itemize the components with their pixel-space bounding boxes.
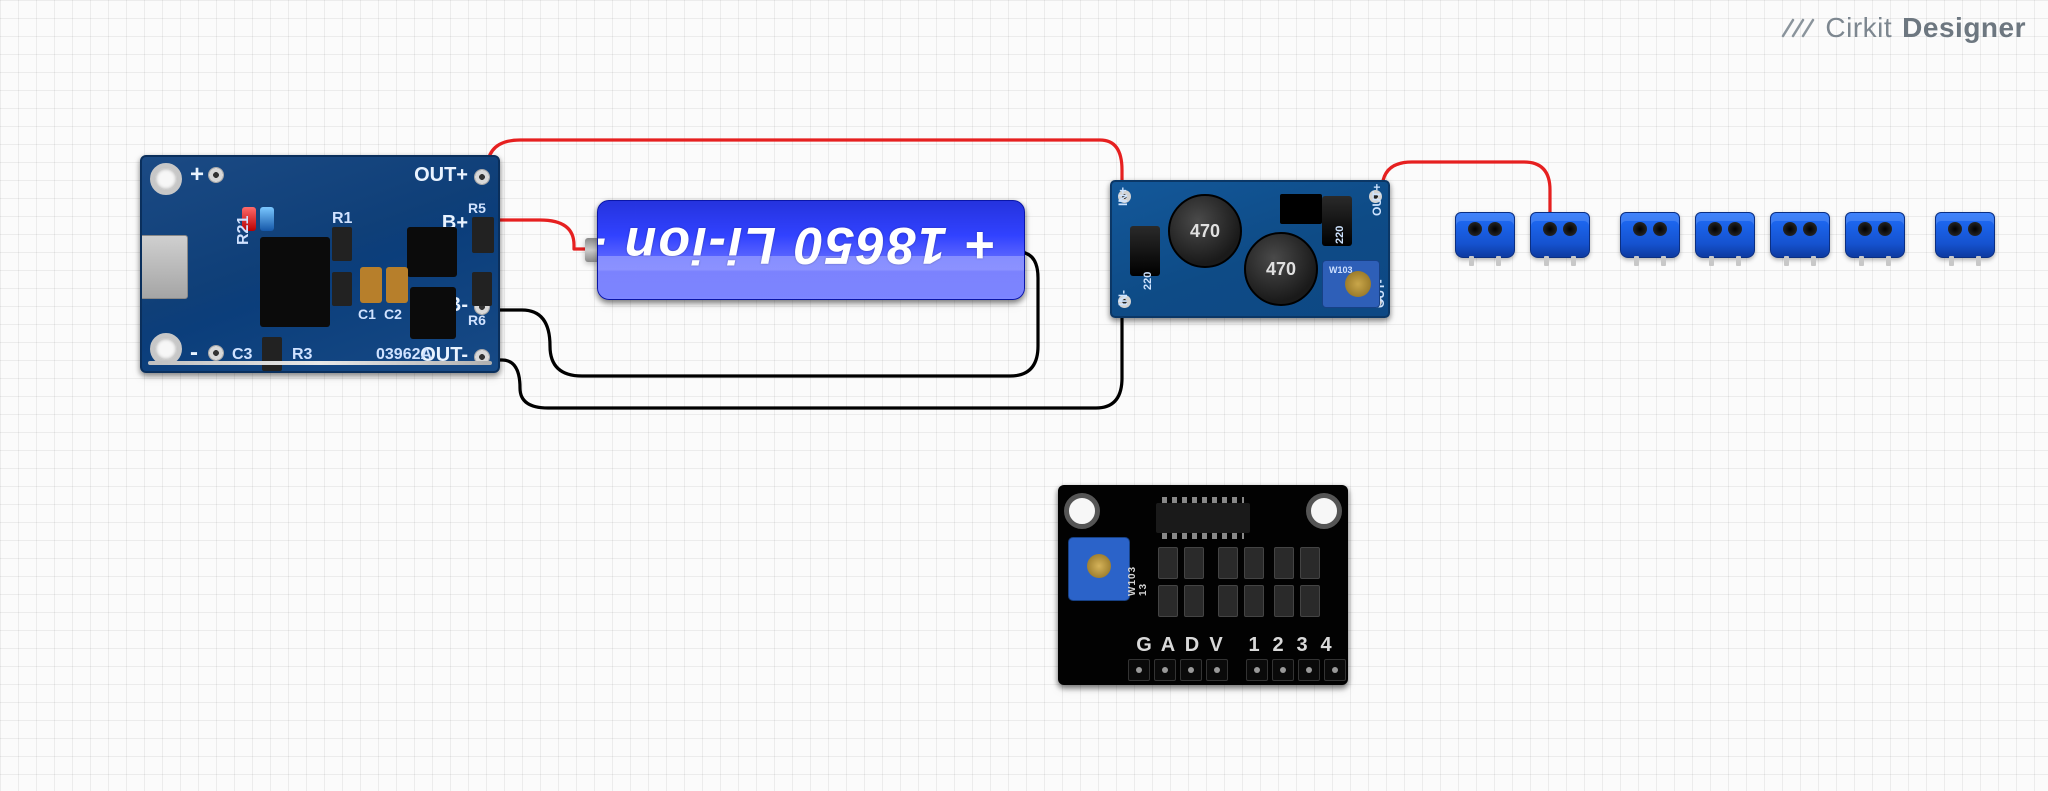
ref-c1: C1 — [358, 307, 376, 321]
smd-icon — [1274, 585, 1294, 617]
mosfet-icon — [407, 227, 457, 277]
screw-terminal-6[interactable] — [1845, 212, 1905, 258]
silk-minus: - — [190, 341, 198, 365]
capacitor-icon — [1130, 226, 1160, 276]
silk-out-plus: OUT+ — [414, 165, 468, 185]
smd-icon — [1184, 585, 1204, 617]
cap-label-1: 220 — [1142, 272, 1154, 290]
pot-label: W103 — [1329, 265, 1353, 275]
ref-c3: C3 — [232, 347, 252, 363]
cap-label-2: 220 — [1334, 226, 1346, 244]
led-blue-icon — [260, 207, 274, 231]
battery-label: + 18650 Li-ion - — [638, 209, 996, 281]
ref-c2: C2 — [384, 307, 402, 321]
pad-out-minus — [474, 349, 490, 365]
mount-hole-icon — [1064, 493, 1100, 529]
sensor-module[interactable]: W103 13 G A D V 1 2 3 — [1058, 485, 1348, 685]
ref-chipid: 03962A — [376, 347, 432, 363]
smd-icon — [1300, 585, 1320, 617]
smd-icon — [1218, 547, 1238, 579]
diode-icon — [1280, 194, 1322, 224]
brand-name-2: Designer — [1902, 12, 2026, 44]
mount-hole-icon — [150, 333, 182, 365]
protection-ic-icon — [410, 287, 456, 339]
brand-name-1: Cirkit — [1825, 12, 1892, 44]
inductor-icon: 470 — [1244, 232, 1318, 306]
silk-in-plus: IN+ — [1116, 187, 1130, 206]
resistor-icon — [262, 337, 282, 371]
silk-plus: + — [190, 163, 204, 187]
smd-icon — [1300, 547, 1320, 579]
resistor-icon — [332, 272, 352, 306]
smd-icon — [1274, 547, 1294, 579]
ref-r6: R6 — [468, 313, 486, 327]
resistor-icon — [472, 217, 494, 253]
silk-in-minus: IN- — [1116, 290, 1130, 306]
trimpot-icon: W103 13 — [1068, 537, 1130, 601]
silk-out-plus: OUT+ — [1370, 184, 1384, 216]
mount-hole-icon — [1306, 493, 1342, 529]
wires-layer — [0, 0, 2048, 791]
ref-r21: R21 — [236, 216, 252, 245]
mount-hole-icon — [150, 163, 182, 195]
screw-terminal-5[interactable] — [1770, 212, 1830, 258]
inductor-icon: 470 — [1168, 194, 1242, 268]
pad-out-plus — [474, 169, 490, 185]
resistor-icon — [332, 227, 352, 261]
screw-terminal-7[interactable] — [1935, 212, 1995, 258]
pad-bottom-minus — [208, 345, 224, 361]
ref-r1: R1 — [332, 211, 352, 227]
screw-terminal-4[interactable] — [1695, 212, 1755, 258]
smd-icon — [1184, 547, 1204, 579]
battery-18650[interactable]: + 18650 Li-ion - — [585, 200, 1025, 300]
pin-header-icon — [1128, 659, 1346, 681]
pin-labels: G A D V 1 2 3 4 — [1132, 634, 1338, 657]
pad-top-plus — [208, 167, 224, 183]
tp4056-charger[interactable]: OUT+ B+ B- OUT- + - R21 R1 C1 — [140, 155, 500, 373]
micro-usb-icon — [140, 235, 188, 299]
smd-icon — [1244, 585, 1264, 617]
trimpot-icon: W103 — [1322, 260, 1380, 308]
pot-label: W103 13 — [1127, 566, 1149, 596]
charger-ic-icon — [260, 237, 330, 327]
cirkit-logo-icon — [1781, 14, 1815, 42]
boost-converter[interactable]: IN+ IN- OUT+ OUT- 220 220 470 470 W103 — [1110, 180, 1390, 318]
resistor-icon — [472, 272, 492, 306]
ref-r5: R5 — [468, 201, 486, 215]
screw-terminal-3[interactable] — [1620, 212, 1680, 258]
brand-watermark: Cirkit Designer — [1781, 12, 2026, 44]
ic-chip-icon — [1156, 503, 1250, 533]
ref-r3: R3 — [292, 347, 312, 363]
capacitor-icon — [360, 267, 382, 303]
capacitor-icon — [386, 267, 408, 303]
circuit-canvas[interactable]: Cirkit Designer OUT+ B+ B- OUT- — [0, 0, 2048, 791]
smd-icon — [1244, 547, 1264, 579]
screw-terminal-1[interactable] — [1455, 212, 1515, 258]
smd-icon — [1158, 547, 1178, 579]
screw-terminal-2[interactable] — [1530, 212, 1590, 258]
smd-icon — [1218, 585, 1238, 617]
smd-icon — [1158, 585, 1178, 617]
